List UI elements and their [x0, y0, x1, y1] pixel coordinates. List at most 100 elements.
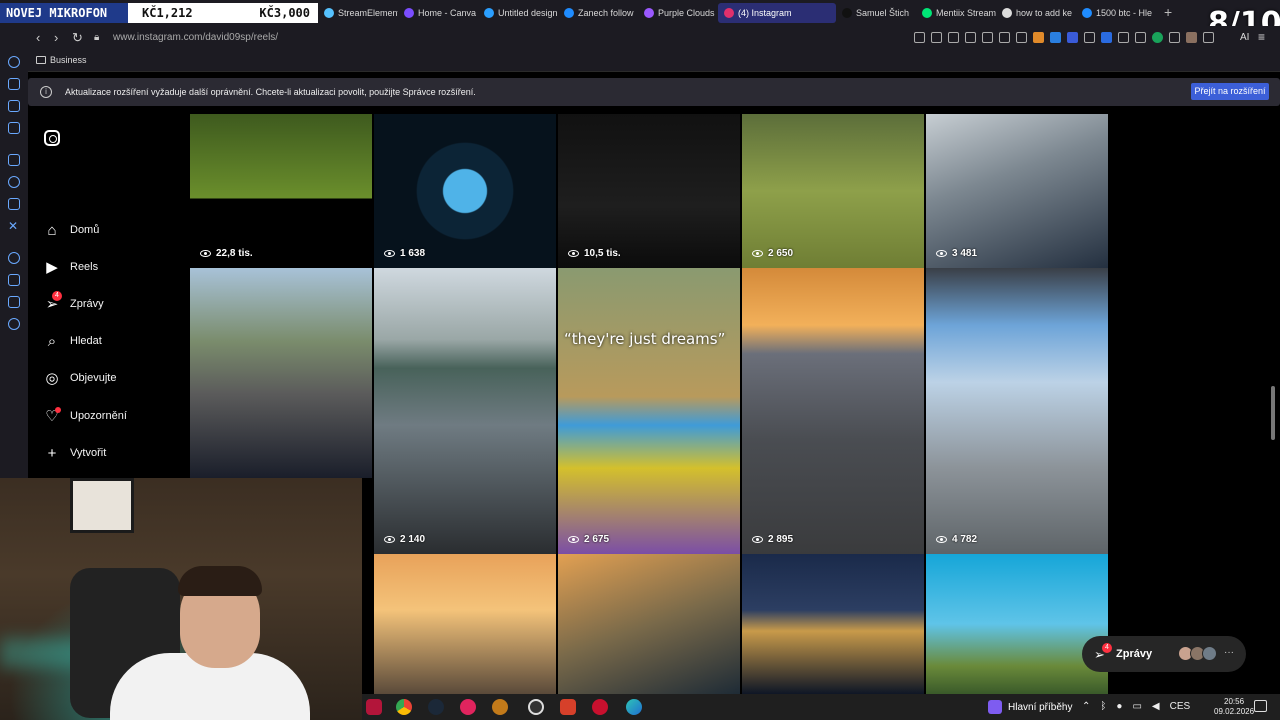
browser-tab[interactable]: Mentiix Stream [916, 3, 996, 23]
edge-icon[interactable] [626, 699, 642, 715]
nav-item-3[interactable]: ⌕ Hledat [42, 329, 102, 353]
rail-clock-icon[interactable] [8, 252, 20, 264]
menu-icon[interactable]: ≡ [1258, 30, 1265, 44]
reel-thumbnail[interactable]: “they're just dreams” 2 675 [558, 268, 740, 554]
app-grid-icon[interactable] [560, 699, 576, 715]
nav-label: Domů [70, 224, 100, 236]
folder-icon [36, 56, 46, 64]
browser-tab[interactable]: (4) Instagram [718, 3, 836, 23]
browser-tab[interactable]: Untitled design [478, 3, 558, 23]
reel-thumbnail[interactable] [558, 554, 740, 694]
bluetooth-icon[interactable]: ᛒ [1100, 701, 1106, 712]
shield-icon[interactable] [948, 32, 959, 43]
rail-mail-icon[interactable] [8, 122, 20, 134]
reel-thumbnail[interactable]: 2 895 [742, 268, 924, 554]
nav-item-0[interactable]: ⌂ Domů [42, 218, 99, 242]
view-count-label: 2 675 [584, 534, 610, 545]
browser-tab[interactable]: how to add ke [996, 3, 1076, 23]
reel-thumbnail[interactable]: 1 638 [374, 114, 556, 268]
rail-notes-icon[interactable] [8, 100, 20, 112]
rail-twitch-icon[interactable] [8, 154, 20, 166]
volume-icon[interactable]: ◀ [1152, 701, 1160, 712]
bookmark-folder-business[interactable]: Business [36, 55, 87, 65]
nav-item-5[interactable]: ♡ Upozornění [42, 404, 127, 428]
app-red-icon[interactable] [592, 699, 608, 715]
browser-tab[interactable]: Purple Clouds [638, 3, 718, 23]
pen-icon[interactable] [1118, 32, 1129, 43]
rail-extension-icon[interactable] [8, 78, 20, 90]
download-icon[interactable] [1203, 32, 1214, 43]
heart-ext-icon[interactable] [1016, 32, 1027, 43]
nav-item-6[interactable]: + Vytvořit [42, 441, 107, 465]
taskbar-stories[interactable]: Hlavní příběhy [988, 700, 1072, 714]
rail-tabs-icon[interactable] [8, 274, 20, 286]
browser-tab[interactable]: StreamElements [318, 3, 398, 23]
steam-icon[interactable] [428, 699, 444, 715]
reader-icon[interactable] [982, 32, 993, 43]
eye-icon [568, 250, 579, 257]
rail-settings-icon[interactable] [8, 318, 20, 330]
reload-page-icon[interactable]: ↻ [72, 30, 83, 46]
new-tab-button[interactable]: + [1164, 4, 1172, 20]
play-icon[interactable] [999, 32, 1010, 43]
reel-thumbnail[interactable]: 4 782 [926, 268, 1108, 554]
translate-icon[interactable] [965, 32, 976, 43]
browser-tab[interactable]: Home - Canva [398, 3, 478, 23]
instagram-logo-icon[interactable] [44, 130, 60, 146]
reel-view-count: 1 638 [384, 248, 425, 259]
page-scrollbar[interactable] [1271, 386, 1275, 440]
reel-thumbnail[interactable]: 10,5 tis. [558, 114, 740, 268]
extension-diamond-icon[interactable] [1101, 32, 1112, 43]
tray-chevron-icon[interactable]: ⌃ [1082, 701, 1090, 712]
address-bar[interactable]: www.instagram.com/david09sp/reels/ [113, 32, 278, 43]
chrome-icon[interactable] [396, 699, 412, 715]
browser-tab[interactable]: Zanech follow [558, 3, 638, 23]
reel-thumbnail[interactable] [374, 554, 556, 694]
reel-thumbnail[interactable]: 3 481 [926, 114, 1108, 268]
donation-title: NOVEJ MIKROFON [0, 3, 128, 23]
ai-button[interactable]: AI [1240, 32, 1249, 43]
download-ext-icon[interactable] [1050, 32, 1061, 43]
reel-thumbnail[interactable] [742, 554, 924, 694]
network-icon[interactable]: ▭ [1132, 701, 1141, 712]
back-icon[interactable]: ‹ [36, 30, 40, 45]
taskbar-clock[interactable]: 20:56 09.02.2026 [1214, 697, 1254, 717]
profile-avatar-icon[interactable] [1186, 32, 1197, 43]
screenshot-icon[interactable] [931, 32, 942, 43]
nav-item-2[interactable]: ➢ 4 Zprávy [42, 291, 104, 316]
rail-instagram-icon[interactable] [8, 198, 20, 210]
reel-thumbnail[interactable] [190, 268, 372, 478]
gamepad-icon[interactable] [1135, 32, 1146, 43]
forward-icon[interactable]: › [54, 30, 58, 45]
extension-green-icon[interactable] [1152, 32, 1163, 43]
go-to-extensions-button[interactable]: Přejít na rozšíření [1191, 83, 1269, 100]
puzzle-icon[interactable] [1169, 32, 1180, 43]
obs-icon[interactable] [528, 699, 544, 715]
rail-history-icon[interactable] [8, 56, 20, 68]
browser-tab[interactable]: 1500 btc - Hle [1076, 3, 1156, 23]
reel-thumbnail[interactable]: 2 650 [742, 114, 924, 268]
reel-thumbnail[interactable]: 22,8 tis. [190, 114, 372, 268]
bookmark-icon[interactable] [914, 32, 925, 43]
nav-item-1[interactable]: ▶ Reels [42, 255, 98, 279]
rail-pin-icon[interactable] [8, 296, 20, 308]
language-indicator[interactable]: CES [1170, 701, 1191, 712]
rail-x-icon[interactable]: ✕ [8, 220, 20, 232]
app-orange-icon[interactable] [492, 699, 508, 715]
start-app-icon[interactable] [366, 699, 382, 715]
rail-messenger-icon[interactable] [8, 176, 20, 188]
media-player-icon[interactable] [460, 699, 476, 715]
messages-pill[interactable]: ➢ 4 Zprávy ··· [1082, 636, 1246, 672]
reel-thumbnail[interactable]: 2 140 [374, 268, 556, 554]
extension-blue-icon[interactable] [1067, 32, 1078, 43]
donation-current: KČ1,212 [142, 6, 193, 20]
browser-tab[interactable]: Samuel Štich [836, 3, 916, 23]
nav-item-4[interactable]: ◎ Objevujte [42, 366, 116, 390]
link-icon[interactable] [1084, 32, 1095, 43]
extension-orange-icon[interactable] [1033, 32, 1044, 43]
notification-icon[interactable] [1254, 700, 1267, 712]
microphone-icon[interactable]: ● [1116, 701, 1122, 712]
reel-view-count: 4 782 [936, 534, 977, 545]
reel-thumbnail[interactable] [926, 554, 1108, 694]
stories-icon [988, 700, 1002, 714]
